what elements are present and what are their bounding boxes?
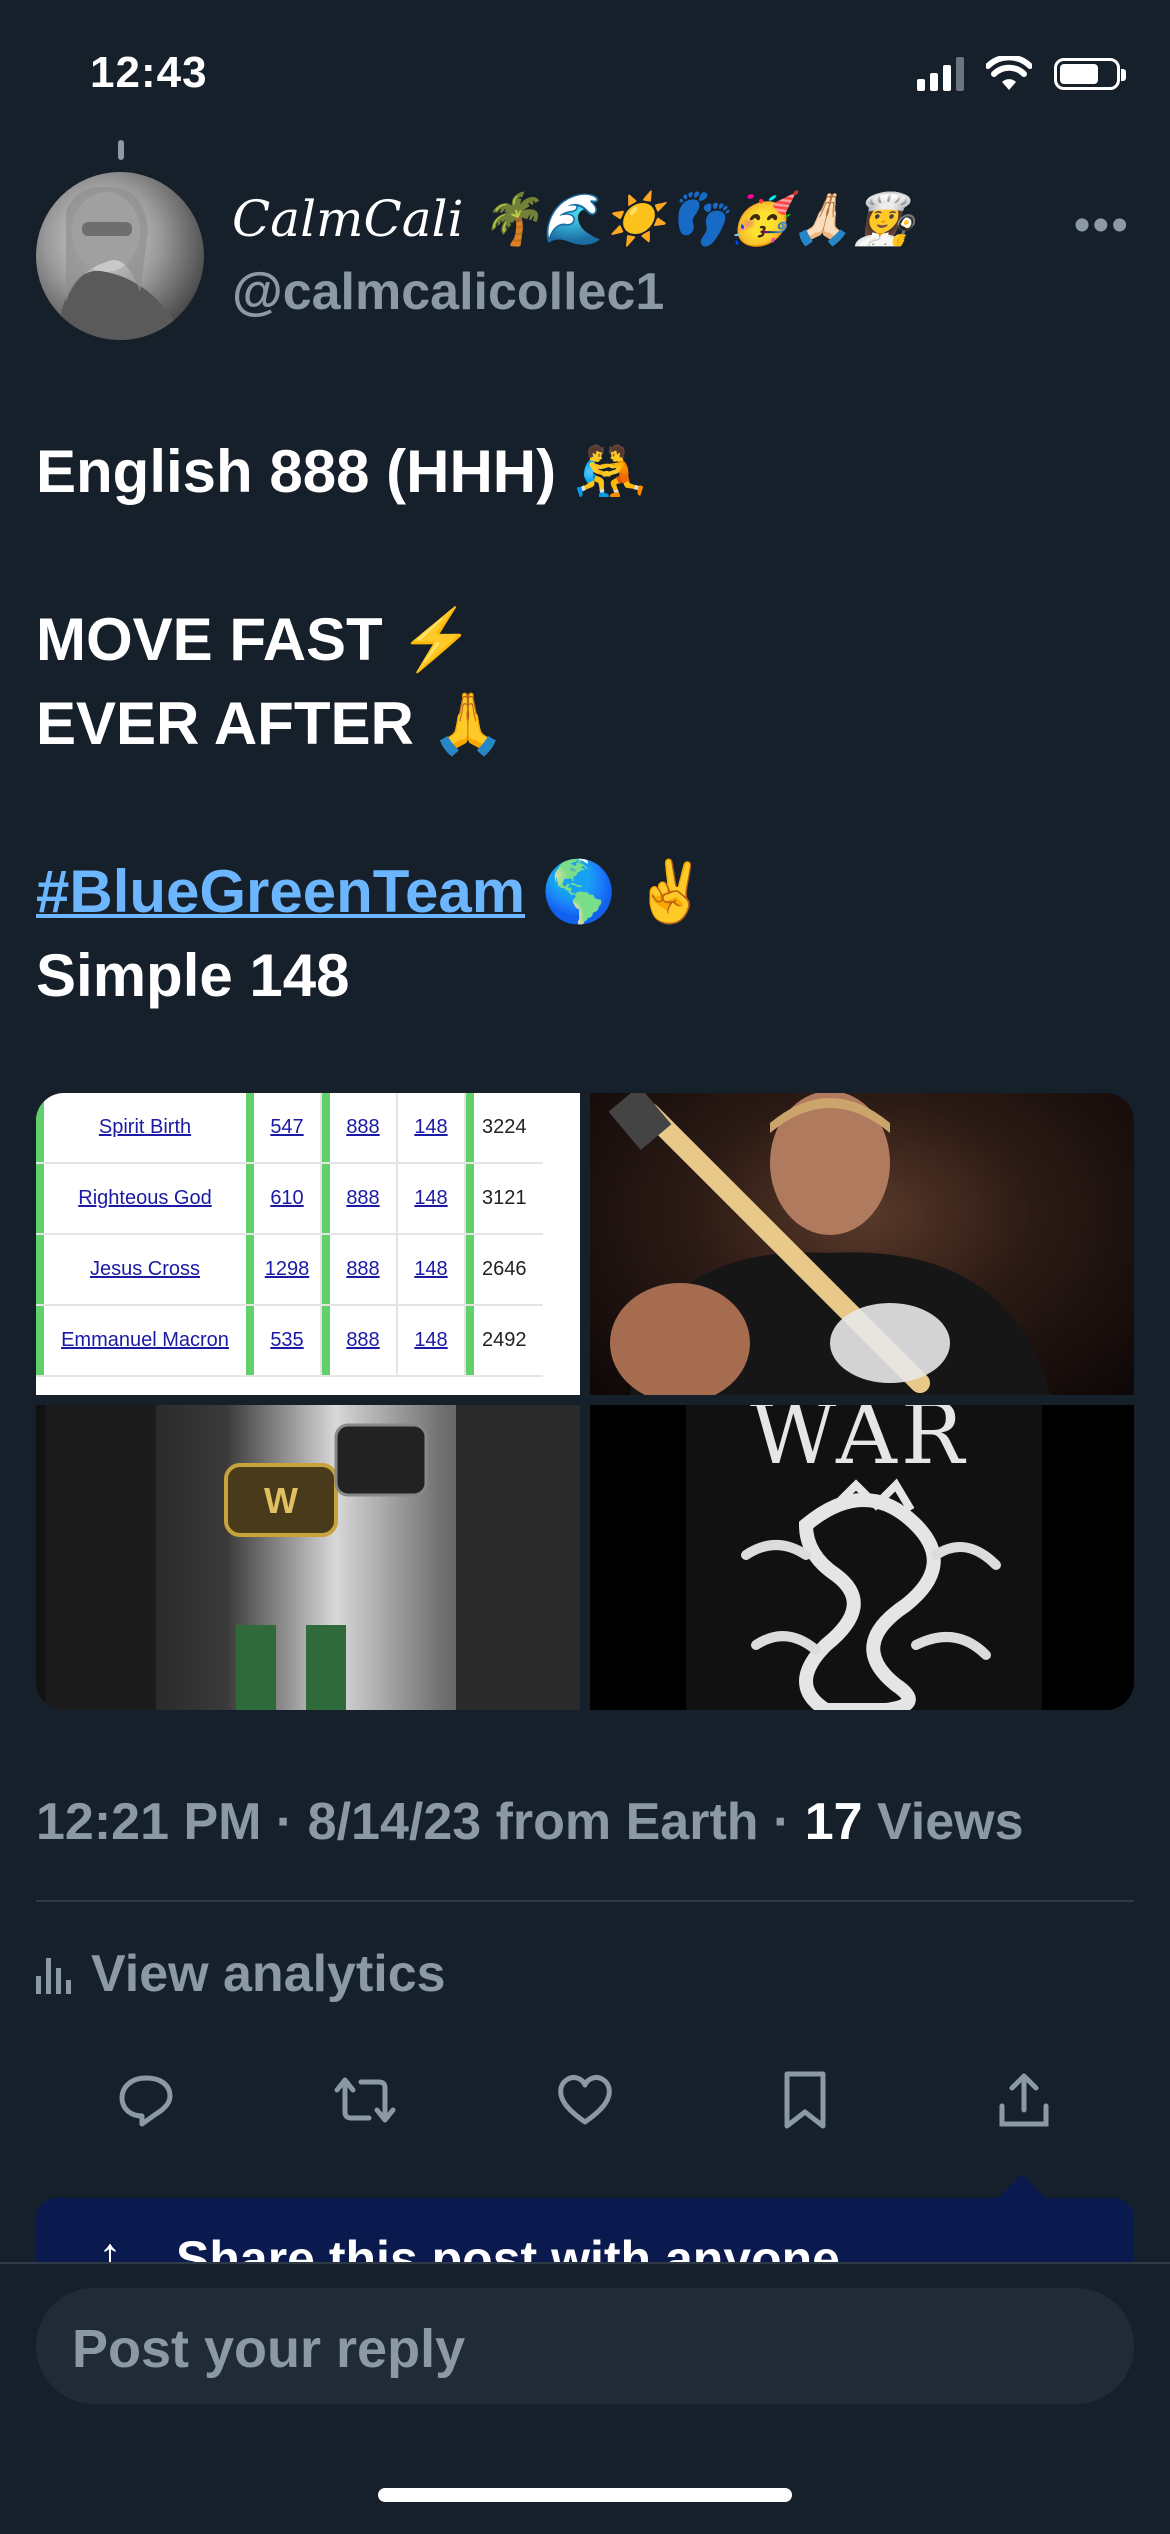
table-bar	[321, 1305, 330, 1377]
analytics-icon	[36, 1954, 71, 1994]
status-time: 12:43	[90, 48, 208, 97]
wifi-icon	[986, 56, 1032, 90]
table-cell-c[interactable]: 148	[397, 1234, 466, 1306]
table-bar	[36, 1163, 44, 1235]
media-image-war-dragon[interactable]: WAR	[590, 1405, 1134, 1710]
table-bar	[465, 1163, 474, 1235]
table-cell-name[interactable]: Righteous God	[44, 1163, 246, 1235]
table-cell-d: 2646	[474, 1234, 543, 1306]
table-cell-c[interactable]: 148	[397, 1093, 466, 1164]
table-cell-b[interactable]: 888	[330, 1163, 398, 1235]
view-analytics-label: View analytics	[91, 1945, 446, 2003]
views-label: Views	[862, 1793, 1024, 1851]
table-cell-d: 3121	[474, 1163, 543, 1235]
media-image-champion-belts[interactable]: W	[36, 1405, 580, 1710]
table-row: Jesus Cross 1298 888 148 2646	[36, 1234, 543, 1306]
divider	[36, 1900, 1134, 1902]
view-analytics-button[interactable]: View analytics	[36, 1944, 446, 2004]
table-cell-c[interactable]: 148	[397, 1305, 466, 1377]
tweet-date-source[interactable]: 8/14/23 from Earth	[308, 1793, 759, 1851]
table-cell-d: 3224	[474, 1093, 543, 1164]
tweet-meta: 12:21 PM · 8/14/23 from Earth · 17 Views	[36, 1793, 1024, 1851]
reply-placeholder[interactable]: Post your reply	[72, 2318, 465, 2380]
hashtag-link[interactable]: #BlueGreenTeam	[36, 858, 525, 925]
avatar[interactable]	[36, 172, 204, 340]
share-button[interactable]	[989, 2065, 1059, 2135]
table-cell-c[interactable]: 148	[397, 1163, 466, 1235]
table-bar	[321, 1163, 330, 1235]
hashtag-emoji: 🌎 ✌️	[541, 858, 708, 925]
share-icon	[999, 2073, 1049, 2127]
bookmark-icon	[784, 2071, 826, 2129]
heart-icon	[558, 2075, 612, 2125]
tweet-line: MOVE FAST ⚡	[36, 606, 475, 673]
table-cell-name[interactable]: Jesus Cross	[44, 1234, 246, 1306]
table-cell-name[interactable]: Emmanuel Macron	[44, 1305, 246, 1377]
share-tooltip-caret	[998, 2174, 1046, 2198]
tweet-line: EVER AFTER 🙏	[36, 690, 506, 757]
table-cell-b[interactable]: 888	[330, 1093, 398, 1164]
views-count: 17	[804, 1793, 863, 1851]
table-cell-d: 2492	[474, 1305, 543, 1377]
table-bar	[36, 1093, 44, 1164]
media-image-table[interactable]: Spirit Birth 547 888 148 3224 Righteous God 61…	[36, 1093, 580, 1395]
display-name[interactable]: CalmCali 🌴🌊☀️👣🥳🙏🏻👩‍🍳	[232, 190, 915, 249]
table-cell-name[interactable]: Spirit Birth	[44, 1093, 246, 1164]
table-bar	[465, 1234, 474, 1306]
repost-icon	[334, 2077, 396, 2123]
repost-button[interactable]	[330, 2065, 400, 2135]
table-bar	[246, 1163, 254, 1235]
table-bar	[465, 1093, 474, 1164]
tweet-actions	[36, 2060, 1134, 2140]
table-bar	[465, 1305, 474, 1377]
table-bar	[246, 1234, 254, 1306]
reply-icon	[119, 2075, 173, 2127]
tweet-line: #BlueGreenTeam 🌎 ✌️	[36, 850, 1136, 934]
table-row: Righteous God 610 888 148 3121	[36, 1163, 543, 1235]
like-button[interactable]	[550, 2065, 620, 2135]
tweet-line: Simple 148	[36, 942, 350, 1009]
battery-icon	[1054, 58, 1126, 90]
gematria-table: Spirit Birth 547 888 148 3224 Righteous God 61…	[36, 1093, 543, 1377]
media-grid: Spirit Birth 547 888 148 3224 Righteous God 61…	[36, 1093, 1134, 1710]
table-row: Emmanuel Macron 535 888 148 2492	[36, 1305, 543, 1377]
table-cell-a[interactable]: 547	[254, 1093, 322, 1164]
svg-text:W: W	[264, 1480, 298, 1521]
table-cell-a[interactable]: 535	[254, 1305, 322, 1377]
table-bar	[246, 1305, 254, 1377]
tweet-time[interactable]: 12:21 PM	[36, 1793, 261, 1851]
thread-connector	[118, 140, 124, 160]
user-handle[interactable]: @calmcalicollec1	[232, 262, 664, 322]
table-cell-b[interactable]: 888	[330, 1234, 398, 1306]
table-bar	[36, 1305, 44, 1377]
cellular-signal-icon	[917, 57, 964, 91]
table-row: Spirit Birth 547 888 148 3224	[36, 1093, 543, 1164]
table-bar	[36, 1234, 44, 1306]
more-options-button[interactable]: •••	[1074, 198, 1130, 253]
reply-button[interactable]	[111, 2065, 181, 2135]
home-indicator[interactable]	[378, 2488, 792, 2502]
table-cell-a[interactable]: 610	[254, 1163, 322, 1235]
tweet-line: English 888 (HHH) 🤼	[36, 438, 648, 505]
status-icons	[917, 52, 1126, 96]
tweet-text: English 888 (HHH) 🤼 MOVE FAST ⚡ EVER AFT…	[36, 430, 1136, 1018]
table-bar	[321, 1093, 330, 1164]
media-image-wrestler-hammer[interactable]	[590, 1093, 1134, 1395]
bookmark-button[interactable]	[770, 2065, 840, 2135]
table-cell-a[interactable]: 1298	[254, 1234, 322, 1306]
dragon-icon	[741, 1478, 1001, 1710]
table-bar	[321, 1234, 330, 1306]
table-bar	[246, 1093, 254, 1164]
table-cell-b[interactable]: 888	[330, 1305, 398, 1377]
